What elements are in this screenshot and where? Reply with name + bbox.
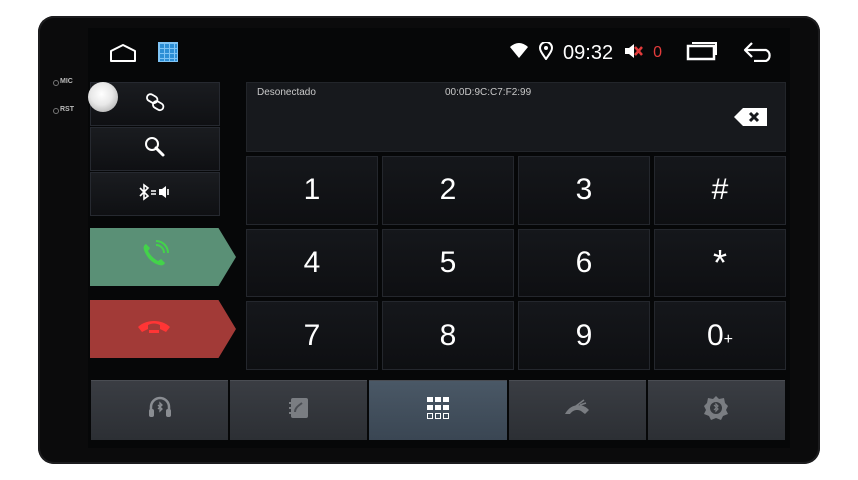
key-label: 1 — [303, 173, 321, 207]
rst-hole — [53, 108, 59, 114]
volume-level: 0 — [653, 44, 662, 61]
reject-call-button[interactable] — [90, 300, 236, 358]
key-hash[interactable]: # — [654, 156, 786, 225]
headset-icon — [146, 394, 174, 427]
tab-settings[interactable] — [647, 380, 786, 440]
key-label: * — [712, 241, 727, 283]
key-label: 7 — [303, 318, 321, 352]
recent-apps-icon[interactable] — [686, 41, 718, 66]
search-button[interactable] — [90, 127, 220, 171]
key-label: 0 — [706, 318, 724, 352]
phone-accept-icon — [137, 238, 171, 277]
key-label: 4 — [303, 245, 321, 279]
wifi-icon — [509, 42, 529, 65]
tab-dialpad[interactable] — [369, 380, 507, 440]
number-display: Desonectado 00:0D:9C:C7:F2:99 — [246, 82, 786, 152]
backspace-icon — [733, 108, 769, 131]
key-3[interactable]: 3 — [518, 156, 650, 225]
dial-keypad: 1 2 3 # 4 5 6 * 7 8 9 0 + — [246, 156, 786, 370]
home-icon[interactable] — [108, 43, 138, 68]
settings-icon — [702, 394, 730, 427]
phone-hangup-icon — [134, 315, 174, 344]
key-label: 8 — [439, 318, 457, 352]
back-icon[interactable] — [742, 40, 776, 67]
backspace-button[interactable] — [733, 107, 769, 127]
clock-time: 09:32 — [563, 41, 614, 64]
key-label: 2 — [439, 173, 457, 207]
key-4[interactable]: 4 — [246, 228, 378, 298]
key-label: 5 — [439, 245, 457, 279]
mute-icon[interactable] — [623, 41, 644, 66]
mic-hole — [53, 80, 59, 86]
key-label: 6 — [575, 245, 593, 279]
location-icon — [539, 40, 554, 65]
contacts-icon — [286, 395, 312, 426]
tab-call-log[interactable] — [508, 380, 646, 440]
key-9[interactable]: 9 — [518, 301, 650, 370]
tab-contacts[interactable] — [230, 380, 368, 440]
key-label: 9 — [575, 318, 593, 352]
key-plus-label: + — [723, 330, 734, 348]
bluetooth-audio-icon — [137, 182, 173, 207]
rst-label: RST — [60, 106, 74, 113]
status-bar: 09:32 0 — [88, 28, 790, 80]
bottom-nav — [91, 380, 786, 440]
tab-bluetooth-music[interactable] — [91, 380, 229, 440]
key-7[interactable]: 7 — [246, 301, 378, 370]
key-6[interactable]: 6 — [518, 228, 650, 298]
link-icon — [141, 90, 169, 119]
key-star[interactable]: * — [654, 228, 786, 298]
dialpad-icon — [425, 395, 451, 426]
key-1[interactable]: 1 — [246, 156, 378, 225]
bluetooth-audio-button[interactable] — [90, 172, 220, 216]
key-label: 3 — [575, 173, 593, 207]
call-log-icon — [562, 396, 592, 425]
key-8[interactable]: 8 — [382, 301, 514, 370]
mic-label: MIC — [60, 78, 73, 85]
key-label: # — [711, 173, 729, 207]
search-icon — [141, 135, 169, 164]
device-mac-address: 00:0D:9C:C7:F2:99 — [445, 87, 532, 98]
key-2[interactable]: 2 — [382, 156, 514, 225]
key-0[interactable]: 0 + — [654, 301, 786, 370]
connection-status: Desonectado — [257, 87, 316, 98]
app-grid-icon[interactable] — [158, 42, 178, 62]
accept-call-button[interactable] — [90, 228, 236, 286]
key-5[interactable]: 5 — [382, 228, 514, 298]
assistive-touch-button[interactable] — [88, 82, 118, 112]
